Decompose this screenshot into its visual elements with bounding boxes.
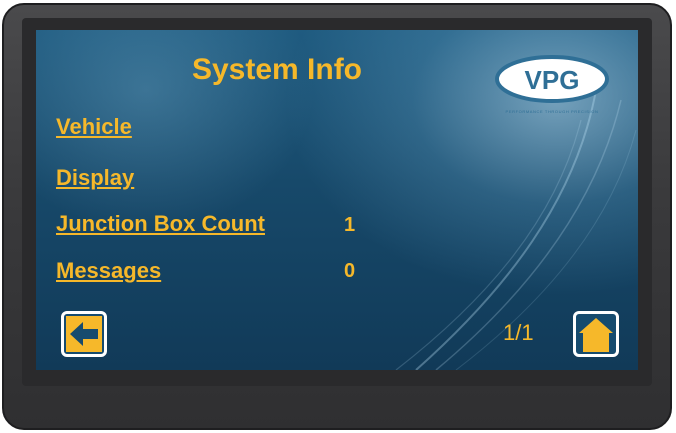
display-link[interactable]: Display [56,165,134,191]
display-screen: System Info VPG PERFORMANCE THROUGH PREC… [36,30,638,370]
junction-box-count-value: 1 [344,214,356,236]
arrow-left-icon [66,316,102,352]
logo-text: VPG [525,65,580,95]
vehicle-link[interactable]: Vehicle [56,114,132,140]
page-indicator: 1/1 [503,320,534,345]
vpg-logo: VPG [495,55,609,103]
messages-link[interactable]: Messages [56,258,161,284]
junction-box-count-link[interactable]: Junction Box Count [56,211,265,237]
home-button[interactable] [573,311,619,357]
logo-tagline: PERFORMANCE THROUGH PRECISION [505,109,599,114]
home-icon [578,316,614,352]
messages-value: 0 [344,260,356,282]
back-button[interactable] [61,311,107,357]
